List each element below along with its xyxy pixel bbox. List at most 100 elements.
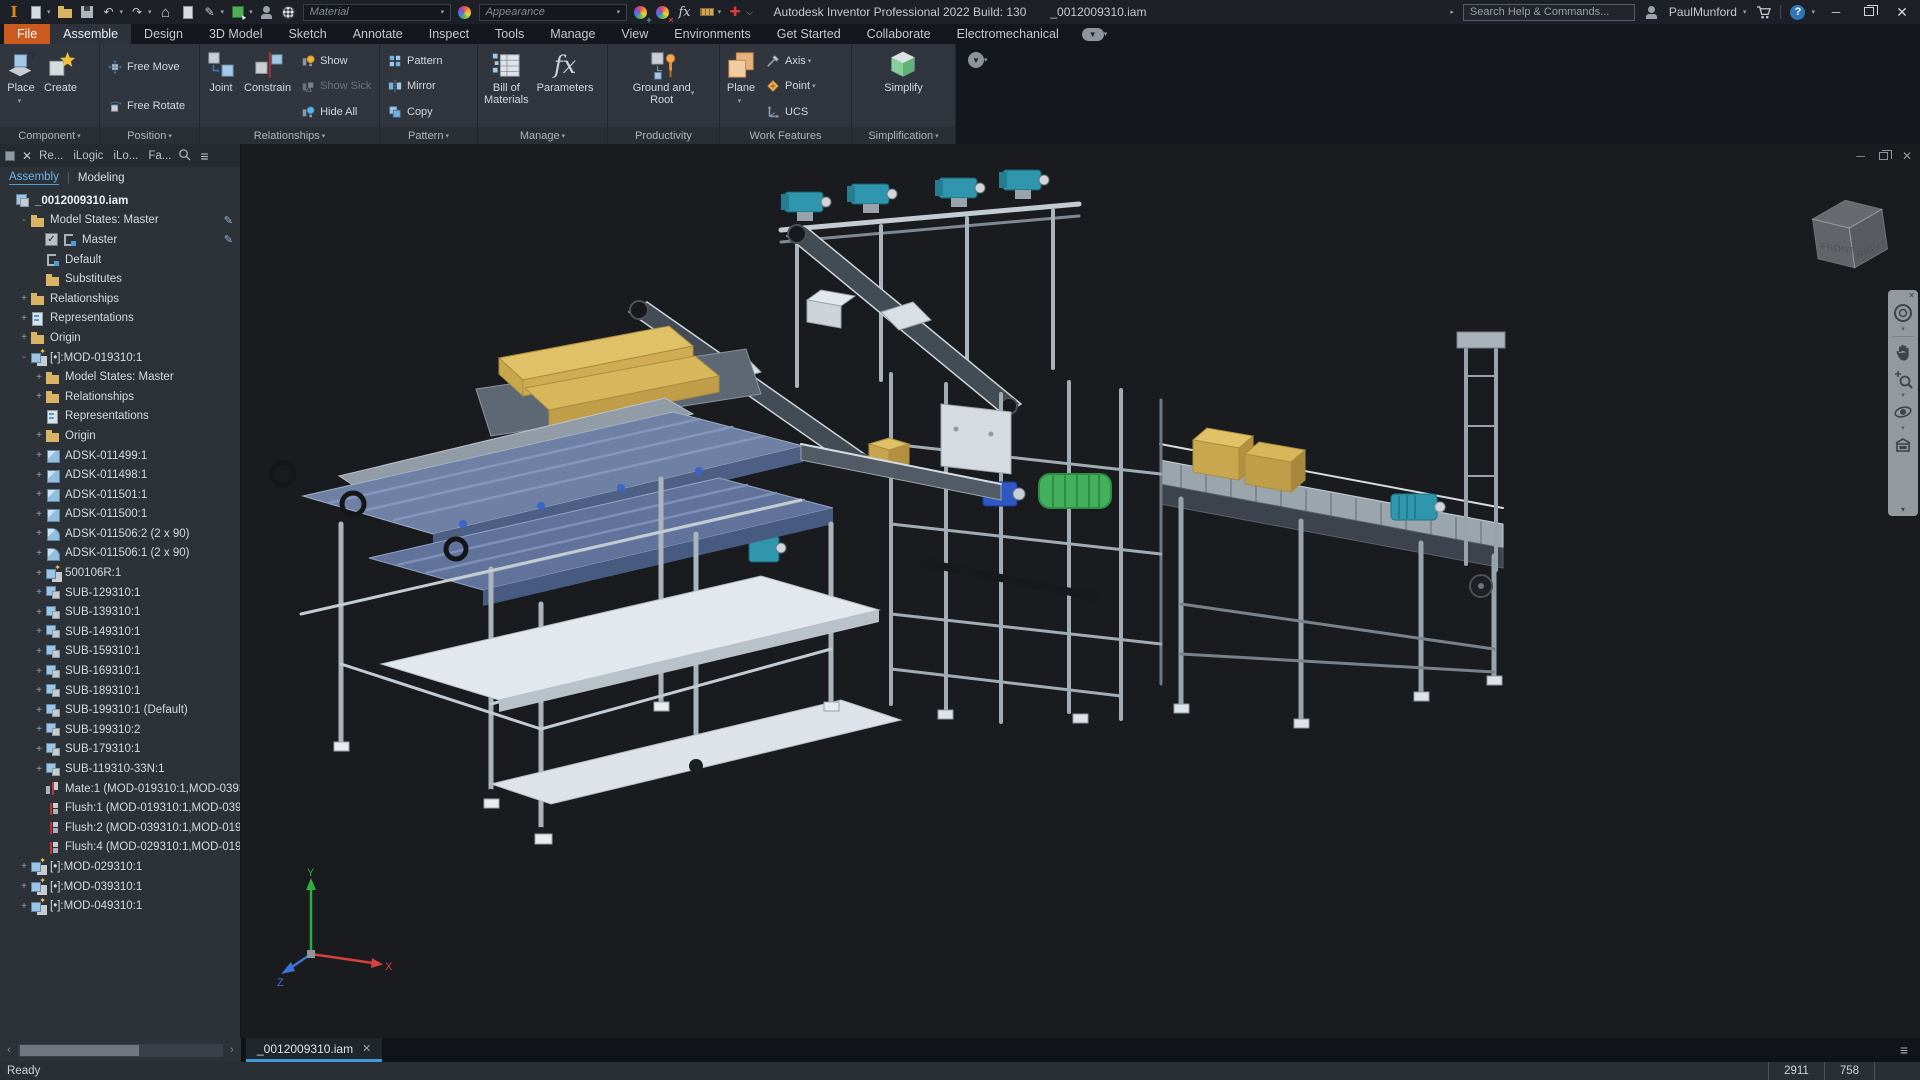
tab-strip-menu-icon[interactable]: ≡	[1888, 1038, 1920, 1062]
tree-item[interactable]: +Origin	[0, 328, 240, 348]
ribbon-tab-view[interactable]: View	[608, 24, 661, 44]
collaborate-icon[interactable]	[259, 3, 275, 21]
plane-button[interactable]: Plane▾	[723, 47, 759, 126]
tree-expander-icon[interactable]: +	[33, 666, 45, 677]
tree-expander-icon[interactable]: +	[33, 744, 45, 755]
home-icon[interactable]: ⌂	[158, 3, 174, 21]
document-tab-close-icon[interactable]: ✕	[362, 1042, 371, 1055]
tree-expander-icon[interactable]: +	[33, 470, 45, 481]
panel-label-position[interactable]: Position▾	[100, 127, 199, 144]
qat-customize-icon[interactable]: ⌵	[746, 7, 753, 18]
simplify-button[interactable]: Simplify	[881, 47, 926, 126]
tree-item[interactable]: _0012009310.iam	[0, 191, 240, 211]
tree-expander-icon[interactable]: +	[33, 391, 45, 402]
pan-icon[interactable]	[1893, 343, 1913, 363]
close-button[interactable]: ✕	[1890, 4, 1914, 21]
tree-item[interactable]: +500106R:1	[0, 563, 240, 583]
ribbon-tab-design[interactable]: Design	[131, 24, 196, 44]
panel-label-component[interactable]: Component▾	[0, 127, 99, 144]
minimize-button[interactable]: ─	[1824, 5, 1848, 19]
tree-item[interactable]: +SUB-199310:2	[0, 720, 240, 740]
tree-expander-icon[interactable]: +	[33, 705, 45, 716]
tree-item[interactable]: +Origin	[0, 426, 240, 446]
ribbon-tab-sketch[interactable]: Sketch	[275, 24, 339, 44]
edit-pencil-icon[interactable]: ✎	[224, 214, 233, 227]
color-wheel-icon[interactable]	[457, 3, 473, 21]
help-icon[interactable]: ?	[1790, 5, 1805, 20]
tree-expander-icon[interactable]: +	[33, 489, 45, 500]
tree-expander-icon[interactable]: +	[33, 724, 45, 735]
point-button[interactable]: Point▾	[763, 77, 819, 96]
scrollbar-thumb[interactable]	[20, 1045, 139, 1056]
ribbon-tab-collaborate[interactable]: Collaborate	[854, 24, 944, 44]
axis-button[interactable]: Axis▾	[763, 51, 819, 70]
inventor-logo-icon[interactable]: I	[6, 3, 22, 21]
panel-label-work-features[interactable]: Work Features	[720, 127, 851, 144]
tree-item[interactable]: +SUB-159310:1	[0, 642, 240, 662]
panel-label-simplification[interactable]: Simplification▾	[852, 127, 955, 144]
color-swatch-icon[interactable]	[230, 3, 246, 21]
tree-item[interactable]: +ADSK-011506:2 (2 x 90)	[0, 524, 240, 544]
tree-expander-icon[interactable]: +	[33, 548, 45, 559]
scrollbar-track[interactable]	[18, 1044, 223, 1057]
ribbon-tab-get-started[interactable]: Get Started	[764, 24, 854, 44]
navwheel-caret-icon[interactable]: ▾	[1901, 326, 1905, 333]
zoom-caret-icon[interactable]: ▾	[1901, 392, 1905, 399]
tree-expander-icon[interactable]: +	[18, 901, 30, 912]
tree-item[interactable]: +ADSK-011499:1	[0, 446, 240, 466]
user-name[interactable]: PaulMunford	[1669, 5, 1737, 19]
tree-expander-icon[interactable]: +	[33, 685, 45, 696]
free-rotate-button[interactable]: Free Rotate	[105, 96, 188, 115]
ribbon-tab-environments[interactable]: Environments	[661, 24, 763, 44]
place-button[interactable]: Place▾	[3, 47, 39, 126]
browser-tab-0[interactable]: Re...	[39, 150, 63, 162]
tree-item[interactable]: Substitutes	[0, 269, 240, 289]
browser-menu-icon[interactable]: ≡	[200, 148, 208, 164]
undo-icon[interactable]: ↶	[101, 3, 117, 21]
save-icon[interactable]	[79, 3, 95, 21]
tree-item[interactable]: Flush:2 (MOD-039310:1,MOD-019310:1	[0, 818, 240, 838]
tree-expander-icon[interactable]: -	[18, 352, 30, 363]
tree-expander-icon[interactable]: +	[33, 372, 45, 383]
show-button[interactable]: Show	[298, 51, 374, 70]
tree-item[interactable]: Flush:1 (MOD-019310:1,MOD-039310:1	[0, 798, 240, 818]
parameters-fx-icon[interactable]: fx	[677, 3, 693, 21]
tree-item[interactable]: +Representations	[0, 309, 240, 329]
new-file-icon[interactable]	[28, 3, 44, 21]
redo-caret-icon[interactable]: ▾	[148, 8, 152, 16]
search-collapse-icon[interactable]: ▸	[1450, 8, 1454, 16]
tree-item[interactable]: +SUB-179310:1	[0, 740, 240, 760]
sketch-caret-icon[interactable]: ▾	[221, 8, 225, 16]
measure-caret-icon[interactable]: ▾	[718, 8, 722, 16]
health-icon[interactable]: ✚	[727, 3, 743, 21]
bill-of-materials-button[interactable]: Bill of Materials	[481, 47, 532, 126]
tree-expander-icon[interactable]: +	[33, 607, 45, 618]
tree-item[interactable]: Mate:1 (MOD-019310:1,MOD-039310:1	[0, 779, 240, 799]
user-caret-icon[interactable]: ▾	[1743, 8, 1747, 16]
navbar-menu-icon[interactable]: ▾	[1901, 505, 1905, 514]
constrain-button[interactable]: Constrain	[241, 47, 294, 126]
zoom-icon[interactable]	[1893, 369, 1913, 389]
ground-and-root-button[interactable]: Ground and Root▾	[630, 47, 698, 126]
tree-expander-icon[interactable]: +	[18, 293, 30, 304]
scroll-left-icon[interactable]: ‹	[3, 1044, 15, 1056]
tree-item[interactable]: +SUB-169310:1	[0, 661, 240, 681]
tree-expander-icon[interactable]: +	[18, 881, 30, 892]
mirror-button[interactable]: Mirror	[385, 77, 445, 96]
tree-expander-icon[interactable]: +	[33, 509, 45, 520]
panel-label-pattern[interactable]: Pattern▾	[380, 127, 477, 144]
tree-item[interactable]: +[•]:MOD-039310:1	[0, 877, 240, 897]
redo-icon[interactable]: ↷	[129, 3, 145, 21]
tree-expander-icon[interactable]: +	[18, 861, 30, 872]
orbit-caret-icon[interactable]: ▾	[1901, 425, 1905, 432]
ribbon-tab-file[interactable]: File	[4, 24, 50, 44]
ribbon-tab-assemble[interactable]: Assemble	[50, 24, 131, 44]
tree-expander-icon[interactable]: +	[33, 568, 45, 579]
tree-expander-icon[interactable]: +	[33, 430, 45, 441]
tree-item[interactable]: +ADSK-011498:1	[0, 465, 240, 485]
ribbon-display-toggle[interactable]: ▼▾	[1082, 24, 1108, 44]
tab-modeling[interactable]: Modeling	[78, 172, 125, 184]
tree-expander-icon[interactable]: +	[18, 313, 30, 324]
tree-item[interactable]: +[•]:MOD-049310:1	[0, 896, 240, 916]
help-search-input[interactable]: Search Help & Commands...	[1463, 4, 1635, 21]
